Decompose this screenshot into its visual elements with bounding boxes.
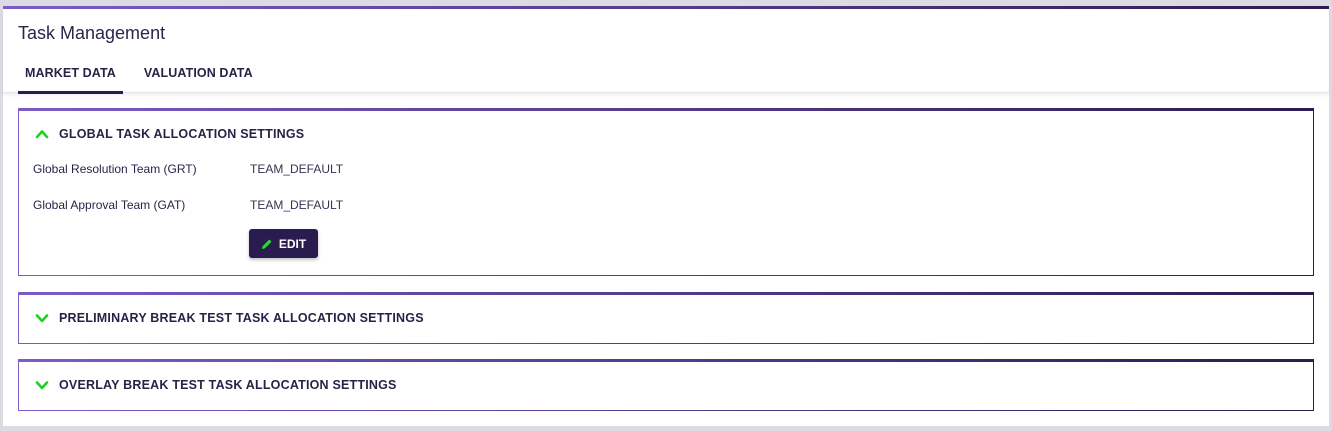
app-frame: Task Management MARKET DATA VALUATION DA… [3, 6, 1329, 426]
preliminary-settings-panel: PRELIMINARY BREAK TEST TASK ALLOCATION S… [18, 292, 1314, 344]
global-settings-panel: GLOBAL TASK ALLOCATION SETTINGS Global R… [18, 108, 1314, 276]
edit-button-label: EDIT [278, 236, 307, 251]
grt-value: TEAM_DEFAULT [250, 162, 344, 176]
global-settings-header[interactable]: GLOBAL TASK ALLOCATION SETTINGS [19, 111, 1313, 156]
overlay-settings-header[interactable]: OVERLAY BREAK TEST TASK ALLOCATION SETTI… [19, 362, 1313, 407]
global-settings-title: GLOBAL TASK ALLOCATION SETTINGS [59, 126, 305, 141]
chevron-down-icon [35, 311, 49, 325]
pencil-icon [261, 239, 272, 249]
chevron-down-icon [35, 378, 49, 392]
overlay-settings-panel: OVERLAY BREAK TEST TASK ALLOCATION SETTI… [18, 359, 1314, 411]
preliminary-settings-title: PRELIMINARY BREAK TEST TASK ALLOCATION S… [59, 310, 424, 325]
gat-label: Global Approval Team (GAT) [33, 198, 186, 212]
page-title: Task Management [18, 23, 166, 43]
tab-bar: MARKET DATA VALUATION DATA [18, 64, 274, 94]
edit-button[interactable]: EDIT [249, 229, 318, 258]
chevron-up-icon [35, 127, 49, 141]
gat-value: TEAM_DEFAULT [250, 198, 344, 212]
page-header: Task Management MARKET DATA VALUATION DA… [3, 9, 1329, 94]
tab-market-data[interactable]: MARKET DATA [18, 64, 123, 94]
preliminary-settings-header[interactable]: PRELIMINARY BREAK TEST TASK ALLOCATION S… [19, 295, 1313, 340]
overlay-settings-title: OVERLAY BREAK TEST TASK ALLOCATION SETTI… [59, 377, 397, 392]
tab-valuation-data[interactable]: VALUATION DATA [137, 64, 260, 94]
grt-label: Global Resolution Team (GRT) [33, 162, 197, 176]
